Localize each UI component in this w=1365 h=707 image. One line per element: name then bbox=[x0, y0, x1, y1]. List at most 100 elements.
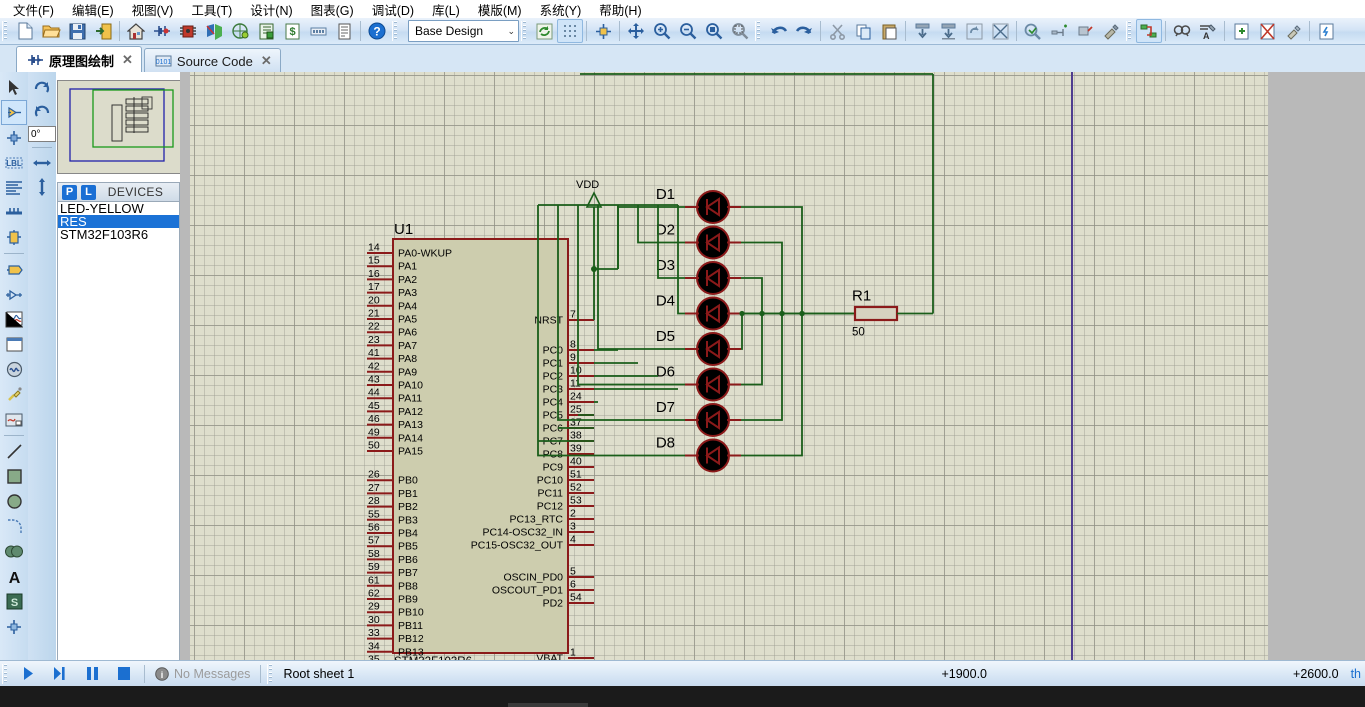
pick-device-icon[interactable] bbox=[1020, 19, 1046, 43]
report-icon[interactable] bbox=[305, 19, 331, 43]
stop-icon[interactable] bbox=[108, 661, 140, 686]
zoom-to-fit-icon[interactable] bbox=[701, 19, 727, 43]
bom-report-icon[interactable] bbox=[1313, 19, 1339, 43]
new-sheet-icon[interactable] bbox=[1228, 19, 1254, 43]
statusbar-grip[interactable] bbox=[2, 663, 10, 684]
pick-mode-badge[interactable]: P bbox=[62, 184, 77, 200]
rotate-counterclockwise-icon[interactable] bbox=[30, 100, 54, 124]
home-icon[interactable] bbox=[123, 19, 149, 43]
component-mode-icon[interactable] bbox=[1, 100, 27, 125]
undo-icon[interactable] bbox=[765, 19, 791, 43]
block-copy-icon[interactable] bbox=[909, 19, 935, 43]
bus-mode-icon[interactable] bbox=[1, 200, 27, 225]
menu-tools[interactable]: 工具(T) bbox=[182, 0, 241, 20]
menu-template[interactable]: 模版(M) bbox=[469, 0, 531, 20]
schematic-capture-icon[interactable] bbox=[149, 19, 175, 43]
billing-icon[interactable]: $ bbox=[279, 19, 305, 43]
pcb-layout-icon[interactable] bbox=[175, 19, 201, 43]
design-explorer-icon[interactable] bbox=[227, 19, 253, 43]
library-mode-badge[interactable]: L bbox=[81, 184, 96, 200]
virtual-instrument-mode-icon[interactable] bbox=[1, 407, 27, 432]
packaging-tool-icon[interactable] bbox=[1072, 19, 1098, 43]
toolbar-grip-5[interactable] bbox=[1126, 21, 1134, 41]
toolbar-grip-4[interactable] bbox=[755, 21, 763, 41]
export-icon[interactable] bbox=[90, 19, 116, 43]
close-icon[interactable]: ✕ bbox=[122, 52, 133, 68]
menu-graph[interactable]: 图表(G) bbox=[302, 0, 363, 20]
make-device-icon[interactable] bbox=[1046, 19, 1072, 43]
menu-edit[interactable]: 编辑(E) bbox=[63, 0, 123, 20]
open-folder-icon[interactable] bbox=[38, 19, 64, 43]
tape-recorder-mode-icon[interactable] bbox=[1, 332, 27, 357]
menu-file[interactable]: 文件(F) bbox=[4, 0, 63, 20]
decompose-icon[interactable] bbox=[1098, 19, 1124, 43]
toolbar-grip[interactable] bbox=[2, 21, 10, 41]
wire-autorouter-icon[interactable] bbox=[1136, 19, 1162, 43]
block-rotate-icon[interactable] bbox=[961, 19, 987, 43]
selection-mode-icon[interactable] bbox=[1, 75, 27, 100]
remove-sheet-icon[interactable] bbox=[1254, 19, 1280, 43]
help-icon[interactable]: ? bbox=[364, 19, 390, 43]
pause-icon[interactable] bbox=[76, 661, 108, 686]
3d-visualizer-icon[interactable] bbox=[201, 19, 227, 43]
notes-icon[interactable] bbox=[331, 19, 357, 43]
mirror-vertical-icon[interactable] bbox=[30, 175, 54, 199]
device-list-item[interactable]: STM32F103R6 bbox=[58, 228, 179, 241]
tab-schematic[interactable]: 原理图绘制 ✕ bbox=[16, 46, 142, 73]
menu-view[interactable]: 视图(V) bbox=[123, 0, 183, 20]
terminals-mode-icon[interactable] bbox=[1, 257, 27, 282]
menu-design[interactable]: 设计(N) bbox=[241, 0, 301, 20]
junction-dot-mode-icon[interactable] bbox=[1, 125, 27, 150]
tab-source-code[interactable]: 0101 Source Code ✕ bbox=[143, 48, 281, 73]
subcircuit-mode-icon[interactable] bbox=[1, 225, 27, 250]
generator-mode-icon[interactable] bbox=[1, 357, 27, 382]
zoom-in-icon[interactable] bbox=[649, 19, 675, 43]
close-icon[interactable]: ✕ bbox=[261, 53, 272, 69]
statusbar-grip-2[interactable] bbox=[267, 663, 276, 684]
toggle-grid-icon[interactable] bbox=[557, 19, 583, 43]
menu-help[interactable]: 帮助(H) bbox=[590, 0, 650, 20]
bill-of-materials-icon[interactable] bbox=[253, 19, 279, 43]
rotation-angle-field[interactable]: 0° bbox=[28, 126, 56, 142]
save-icon[interactable] bbox=[64, 19, 90, 43]
block-move-icon[interactable] bbox=[935, 19, 961, 43]
zoom-area-icon[interactable] bbox=[727, 19, 753, 43]
line-tool-icon[interactable] bbox=[1, 439, 27, 464]
arc-tool-icon[interactable] bbox=[1, 514, 27, 539]
mirror-horizontal-icon[interactable] bbox=[30, 151, 54, 175]
paste-icon[interactable] bbox=[876, 19, 902, 43]
cut-icon[interactable] bbox=[824, 19, 850, 43]
graph-mode-icon[interactable] bbox=[1, 307, 27, 332]
overview-thumbnail[interactable] bbox=[57, 80, 181, 174]
design-mode-combo[interactable]: Base Design ⌄ bbox=[408, 20, 519, 42]
message-area[interactable]: i No Messages bbox=[149, 667, 256, 681]
refresh-icon[interactable] bbox=[531, 19, 557, 43]
play-icon[interactable] bbox=[12, 661, 44, 686]
step-icon[interactable] bbox=[44, 661, 76, 686]
property-assignment-icon[interactable]: A bbox=[1195, 19, 1221, 43]
redo-icon[interactable] bbox=[791, 19, 817, 43]
taskbar-item[interactable] bbox=[508, 703, 588, 707]
box-tool-icon[interactable] bbox=[1, 464, 27, 489]
devices-list[interactable]: LED-YELLOW RES STM32F103R6 bbox=[57, 202, 180, 676]
schematic-canvas[interactable]: U1STM32F103R614PA0-WKUP15PA116PA217PA320… bbox=[180, 72, 1365, 676]
copy-icon[interactable] bbox=[850, 19, 876, 43]
toolbar-grip-2[interactable] bbox=[392, 21, 400, 41]
menu-debug[interactable]: 调试(D) bbox=[363, 0, 423, 20]
marker-tool-icon[interactable] bbox=[1, 614, 27, 639]
voltage-probe-mode-icon[interactable] bbox=[1, 382, 27, 407]
circle-tool-icon[interactable] bbox=[1, 489, 27, 514]
device-pin-mode-icon[interactable] bbox=[1, 282, 27, 307]
text-tool-icon[interactable]: A bbox=[1, 564, 27, 589]
block-delete-icon[interactable] bbox=[987, 19, 1013, 43]
new-file-icon[interactable] bbox=[12, 19, 38, 43]
symbol-tool-icon[interactable]: S bbox=[1, 589, 27, 614]
search-tag-icon[interactable] bbox=[1169, 19, 1195, 43]
menu-system[interactable]: 系统(Y) bbox=[531, 0, 591, 20]
text-script-mode-icon[interactable] bbox=[1, 175, 27, 200]
rotate-clockwise-icon[interactable] bbox=[30, 76, 54, 100]
wire-label-mode-icon[interactable]: LBL bbox=[1, 150, 27, 175]
pan-icon[interactable] bbox=[623, 19, 649, 43]
set-origin-icon[interactable] bbox=[590, 19, 616, 43]
menu-library[interactable]: 库(L) bbox=[423, 0, 469, 20]
